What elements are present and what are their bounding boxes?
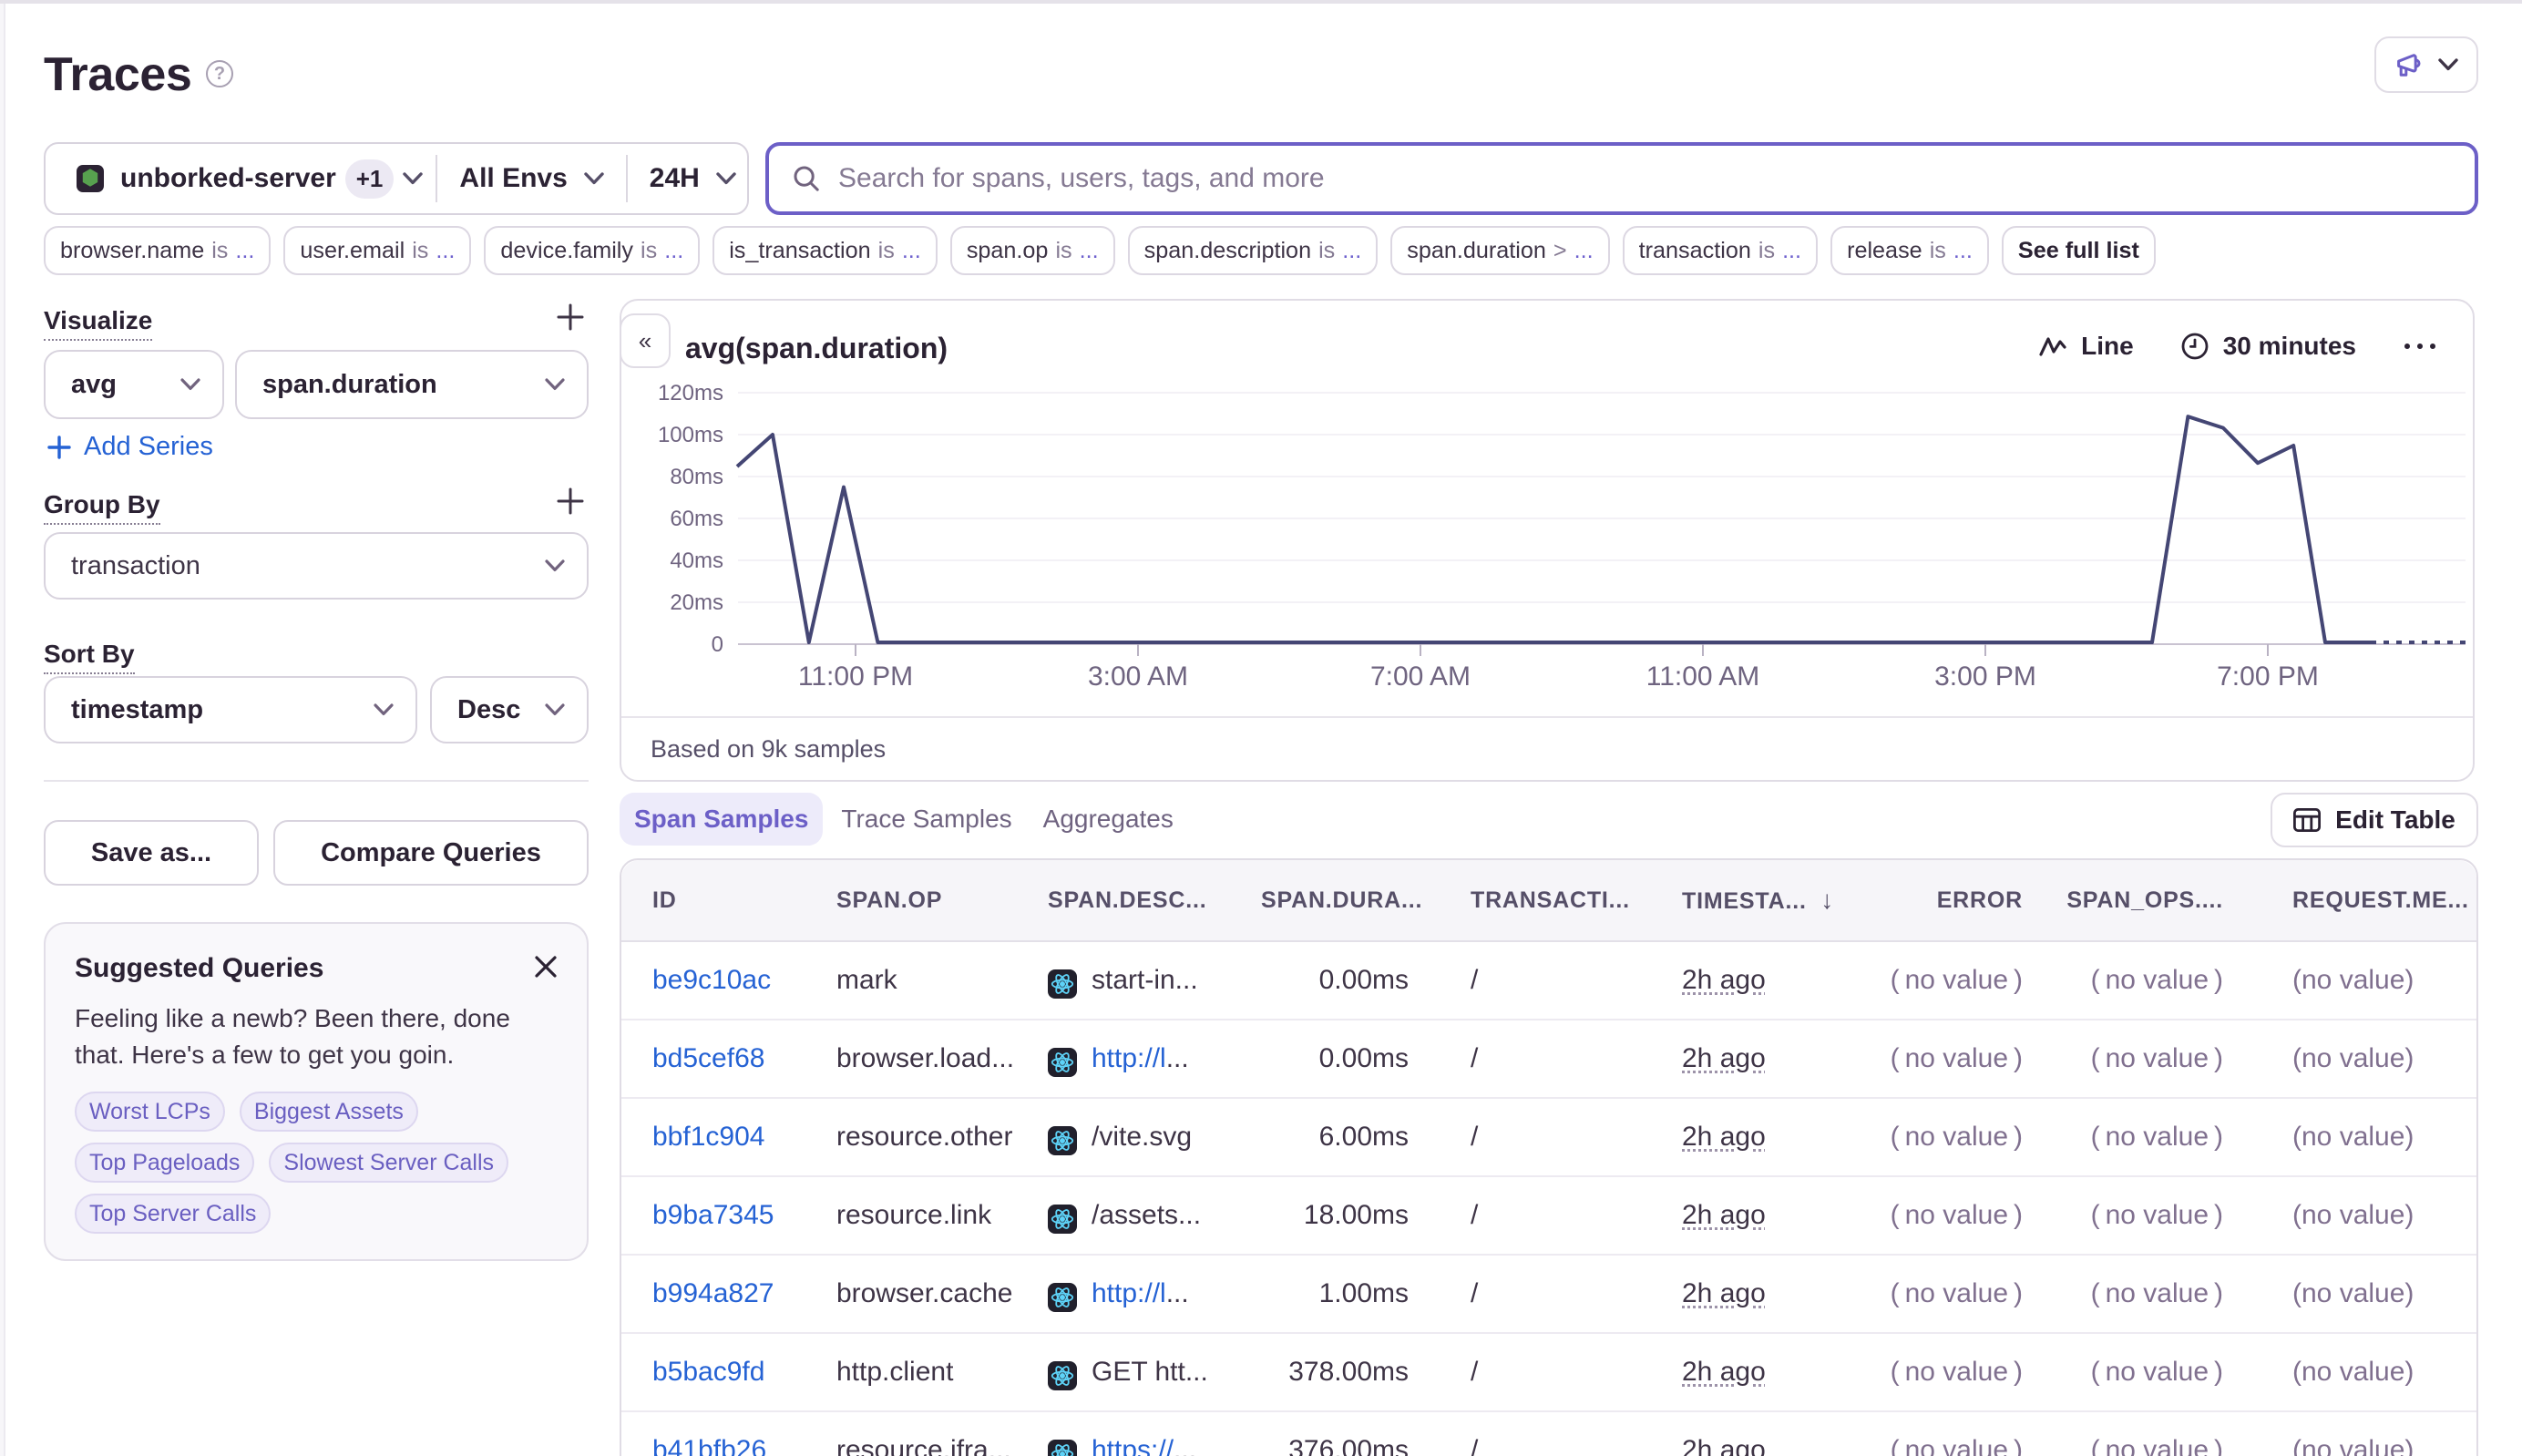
svg-text:0: 0 xyxy=(712,632,723,657)
svg-text:120ms: 120ms xyxy=(658,381,723,405)
svg-text:40ms: 40ms xyxy=(670,549,723,573)
svg-text:7:00 AM: 7:00 AM xyxy=(1370,661,1471,692)
svg-text:80ms: 80ms xyxy=(670,465,723,489)
svg-text:7:00 PM: 7:00 PM xyxy=(2217,661,2319,692)
svg-text:3:00 AM: 3:00 AM xyxy=(1088,661,1188,692)
svg-text:60ms: 60ms xyxy=(670,507,723,531)
svg-text:3:00 PM: 3:00 PM xyxy=(1934,661,2036,692)
svg-text:11:00 PM: 11:00 PM xyxy=(798,661,913,692)
svg-text:20ms: 20ms xyxy=(670,590,723,615)
svg-text:11:00 AM: 11:00 AM xyxy=(1646,661,1760,692)
svg-text:100ms: 100ms xyxy=(658,423,723,447)
